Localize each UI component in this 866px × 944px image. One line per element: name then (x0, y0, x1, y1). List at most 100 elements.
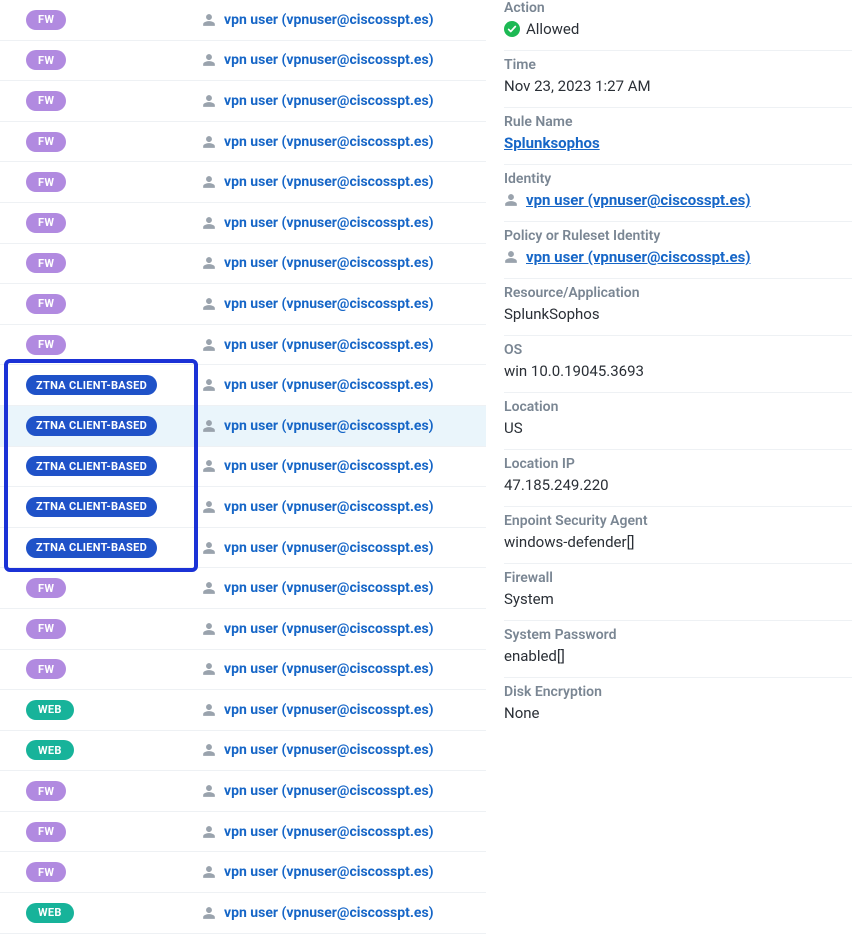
user-link[interactable]: vpn user (vpnuser@ciscosspt.es) (224, 12, 434, 28)
value-os: win 10.0.19045.3693 (504, 362, 852, 380)
type-badge: WEB (26, 700, 74, 720)
badge-col: WEB (26, 740, 202, 760)
value-identity[interactable]: vpn user (vpnuser@ciscosspt.es) (526, 191, 751, 209)
type-badge: FW (26, 659, 66, 679)
table-row[interactable]: FW vpn user (vpnuser@ciscosspt.es) (0, 325, 486, 366)
label-agent: Enpoint Security Agent (504, 513, 852, 529)
user-icon (202, 784, 216, 798)
user-link[interactable]: vpn user (vpnuser@ciscosspt.es) (224, 702, 434, 718)
user-link[interactable]: vpn user (vpnuser@ciscosspt.es) (224, 377, 434, 393)
user-link[interactable]: vpn user (vpnuser@ciscosspt.es) (224, 215, 434, 231)
table-row[interactable]: FW vpn user (vpnuser@ciscosspt.es) (0, 568, 486, 609)
table-row[interactable]: FW vpn user (vpnuser@ciscosspt.es) (0, 162, 486, 203)
table-row[interactable]: FW vpn user (vpnuser@ciscosspt.es) (0, 771, 486, 812)
user-link[interactable]: vpn user (vpnuser@ciscosspt.es) (224, 905, 434, 921)
user-link[interactable]: vpn user (vpnuser@ciscosspt.es) (224, 499, 434, 515)
badge-col: ZTNA CLIENT-BASED (26, 416, 202, 436)
table-row[interactable]: ZTNA CLIENT-BASED vpn user (vpnuser@cisco… (0, 447, 486, 488)
user-col: vpn user (vpnuser@ciscosspt.es) (202, 296, 476, 312)
table-row[interactable]: FWvpn user (vpnuser@ciscosspt.es) (0, 203, 486, 244)
table-row[interactable]: FW vpn user (vpnuser@ciscosspt.es) (0, 41, 486, 82)
user-link[interactable]: vpn user (vpnuser@ciscosspt.es) (224, 337, 434, 353)
label-rule: Rule Name (504, 114, 852, 130)
user-icon (202, 94, 216, 108)
badge-col: ZTNA CLIENT-BASED (26, 538, 202, 558)
user-icon (202, 825, 216, 839)
user-col: vpn user (vpnuser@ciscosspt.es) (202, 458, 476, 474)
table-row[interactable]: FW vpn user (vpnuser@ciscosspt.es) (0, 81, 486, 122)
user-link[interactable]: vpn user (vpnuser@ciscosspt.es) (224, 621, 434, 637)
badge-col: ZTNA CLIENT-BASED (26, 456, 202, 476)
table-row[interactable]: FW vpn user (vpnuser@ciscosspt.es) (0, 650, 486, 691)
field-action: Action Allowed (504, 0, 852, 51)
user-link[interactable]: vpn user (vpnuser@ciscosspt.es) (224, 134, 434, 150)
table-row[interactable]: FWvpn user (vpnuser@ciscosspt.es) (0, 244, 486, 285)
user-col: vpn user (vpnuser@ciscosspt.es) (202, 661, 476, 677)
table-row[interactable]: FW vpn user (vpnuser@ciscosspt.es) (0, 0, 486, 41)
table-row[interactable]: WEB vpn user (vpnuser@ciscosspt.es) (0, 731, 486, 772)
field-resource: Resource/Application SplunkSophos (504, 279, 852, 336)
user-col: vpn user (vpnuser@ciscosspt.es) (202, 824, 476, 840)
table-row[interactable]: ZTNA CLIENT-BASED vpn user (vpnuser@cisco… (0, 528, 486, 569)
user-link[interactable]: vpn user (vpnuser@ciscosspt.es) (224, 864, 434, 880)
type-badge: FW (26, 335, 66, 355)
event-details-panel: Action Allowed Time Nov 23, 2023 1:27 AM… (486, 0, 866, 734)
user-link[interactable]: vpn user (vpnuser@ciscosspt.es) (224, 458, 434, 474)
label-disk: Disk Encryption (504, 684, 852, 700)
user-link[interactable]: vpn user (vpnuser@ciscosspt.es) (224, 540, 434, 556)
badge-col: FW (26, 862, 202, 882)
user-col: vpn user (vpnuser@ciscosspt.es) (202, 174, 476, 190)
user-link[interactable]: vpn user (vpnuser@ciscosspt.es) (224, 174, 434, 190)
table-row[interactable]: FWvpn user (vpnuser@ciscosspt.es) (0, 609, 486, 650)
user-link[interactable]: vpn user (vpnuser@ciscosspt.es) (224, 824, 434, 840)
table-row[interactable]: ZTNA CLIENT-BASED vpn user (vpnuser@cisco… (0, 406, 486, 447)
user-link[interactable]: vpn user (vpnuser@ciscosspt.es) (224, 580, 434, 596)
value-action: Allowed (504, 20, 852, 38)
type-badge: ZTNA CLIENT-BASED (26, 375, 157, 395)
badge-col: FW (26, 578, 202, 598)
table-row[interactable]: FWvpn user (vpnuser@ciscosspt.es) (0, 812, 486, 853)
value-policy[interactable]: vpn user (vpnuser@ciscosspt.es) (526, 248, 751, 266)
type-badge: FW (26, 91, 66, 111)
field-policy: Policy or Ruleset Identity vpn user (vpn… (504, 222, 852, 279)
table-row[interactable]: WEB vpn user (vpnuser@ciscosspt.es) (0, 690, 486, 731)
table-row[interactable]: FW vpn user (vpnuser@ciscosspt.es) (0, 852, 486, 893)
user-link[interactable]: vpn user (vpnuser@ciscosspt.es) (224, 255, 434, 271)
table-row[interactable]: FWvpn user (vpnuser@ciscosspt.es) (0, 122, 486, 163)
user-icon (202, 256, 216, 270)
user-link[interactable]: vpn user (vpnuser@ciscosspt.es) (224, 418, 434, 434)
user-icon (202, 175, 216, 189)
user-link[interactable]: vpn user (vpnuser@ciscosspt.es) (224, 93, 434, 109)
table-row[interactable]: FW vpn user (vpnuser@ciscosspt.es) (0, 284, 486, 325)
check-icon (504, 21, 520, 37)
type-badge: FW (26, 50, 66, 70)
table-row[interactable]: ZTNA CLIENT-BASED vpn user (vpnuser@cisco… (0, 487, 486, 528)
user-col: vpn user (vpnuser@ciscosspt.es) (202, 864, 476, 880)
badge-col: FW (26, 50, 202, 70)
user-col: vpn user (vpnuser@ciscosspt.es) (202, 418, 476, 434)
user-icon (504, 249, 518, 265)
type-badge: FW (26, 294, 66, 314)
user-col: vpn user (vpnuser@ciscosspt.es) (202, 499, 476, 515)
user-link[interactable]: vpn user (vpnuser@ciscosspt.es) (224, 742, 434, 758)
user-link[interactable]: vpn user (vpnuser@ciscosspt.es) (224, 52, 434, 68)
type-badge: FW (26, 172, 66, 192)
user-link[interactable]: vpn user (vpnuser@ciscosspt.es) (224, 296, 434, 312)
type-badge: WEB (26, 903, 74, 923)
type-badge: FW (26, 10, 66, 30)
user-col: vpn user (vpnuser@ciscosspt.es) (202, 93, 476, 109)
table-row[interactable]: WEB vpn user (vpnuser@ciscosspt.es) (0, 893, 486, 934)
label-firewall: Firewall (504, 570, 852, 586)
user-col: vpn user (vpnuser@ciscosspt.es) (202, 540, 476, 556)
user-icon (202, 53, 216, 67)
badge-col: FW (26, 781, 202, 801)
field-time: Time Nov 23, 2023 1:27 AM (504, 51, 852, 108)
user-link[interactable]: vpn user (vpnuser@ciscosspt.es) (224, 661, 434, 677)
user-link[interactable]: vpn user (vpnuser@ciscosspt.es) (224, 783, 434, 799)
type-badge: FW (26, 578, 66, 598)
type-badge: ZTNA CLIENT-BASED (26, 497, 157, 517)
badge-col: FW (26, 172, 202, 192)
value-rule[interactable]: Splunksophos (504, 134, 600, 152)
table-row[interactable]: ZTNA CLIENT-BASED vpn user (vpnuser@cisco… (0, 365, 486, 406)
type-badge: WEB (26, 740, 74, 760)
